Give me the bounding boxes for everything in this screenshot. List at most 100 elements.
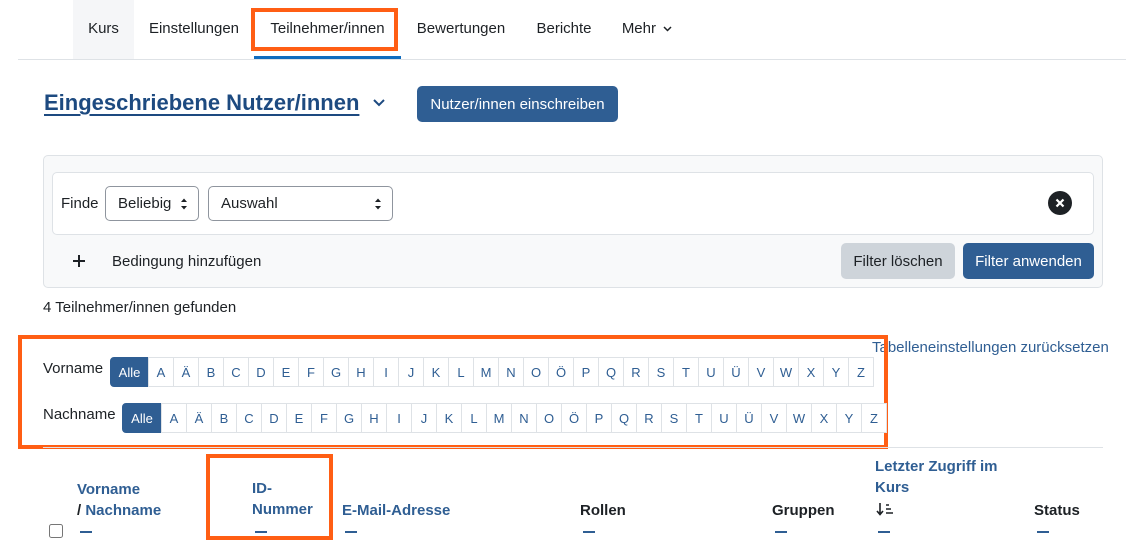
firstname-initial-24[interactable]: Ü: [723, 357, 749, 387]
firstname-initial-27[interactable]: X: [798, 357, 824, 387]
lastname-initial-27[interactable]: X: [811, 403, 837, 433]
hide-col-icon[interactable]: [878, 531, 890, 533]
hide-col-icon[interactable]: [345, 531, 357, 533]
firstname-initial-17[interactable]: Ö: [548, 357, 574, 387]
lastname-initial-17[interactable]: Ö: [561, 403, 587, 433]
lastname-initial-11[interactable]: J: [411, 403, 437, 433]
lastname-initial-6[interactable]: E: [286, 403, 312, 433]
lastname-initial-8[interactable]: G: [336, 403, 362, 433]
col-idnumber[interactable]: ID- Nummer: [252, 478, 313, 520]
lastname-initial-24[interactable]: Ü: [736, 403, 762, 433]
firstname-initial-10[interactable]: I: [373, 357, 399, 387]
lastname-initial-5[interactable]: D: [261, 403, 287, 433]
lastname-initial-26[interactable]: W: [786, 403, 812, 433]
tab-label: Bewertungen: [416, 20, 506, 37]
firstname-initial-3[interactable]: B: [198, 357, 224, 387]
tab-kurs[interactable]: Kurs: [73, 0, 134, 59]
chevron-down-icon[interactable]: [372, 96, 386, 110]
page-title[interactable]: Eingeschriebene Nutzer/innen: [44, 90, 359, 116]
select-all-checkbox[interactable]: [49, 524, 63, 538]
firstname-initial-9[interactable]: H: [348, 357, 374, 387]
tab-bewertungen[interactable]: Bewertungen: [407, 0, 515, 59]
firstname-initial-6[interactable]: E: [273, 357, 299, 387]
hide-col-icon[interactable]: [1037, 531, 1049, 533]
lastname-initials-bar: Alle A Ä B C D E F G H I J K L M N O Ö P Q R S T U Ü V W X Y Z: [122, 403, 887, 433]
lastname-initial-10[interactable]: I: [386, 403, 412, 433]
lastname-initial-16[interactable]: O: [536, 403, 562, 433]
plus-icon[interactable]: [72, 254, 86, 268]
tab-mehr[interactable]: Mehr: [615, 0, 679, 59]
lastname-initial-20[interactable]: R: [636, 403, 662, 433]
firstname-initial-16[interactable]: O: [523, 357, 549, 387]
firstname-initial-29[interactable]: Z: [848, 357, 874, 387]
firstname-initial-7[interactable]: F: [298, 357, 324, 387]
firstname-initial-22[interactable]: T: [673, 357, 699, 387]
apply-filter-button[interactable]: Filter anwenden: [963, 243, 1094, 279]
lastname-initial-14[interactable]: M: [486, 403, 512, 433]
col-roles: Rollen: [580, 502, 626, 519]
chevron-down-icon: [663, 26, 672, 32]
lastname-initial-23[interactable]: U: [711, 403, 737, 433]
lastname-initial-18[interactable]: P: [586, 403, 612, 433]
filter-type-select[interactable]: Auswahl: [208, 186, 393, 221]
hide-col-icon[interactable]: [775, 531, 787, 533]
match-select[interactable]: Beliebig: [105, 186, 199, 221]
lastname-initial-22[interactable]: T: [686, 403, 712, 433]
tab-berichte[interactable]: Berichte: [527, 0, 601, 59]
add-condition-link[interactable]: Bedingung hinzufügen: [112, 253, 261, 270]
col-email[interactable]: E-Mail-Adresse: [342, 500, 450, 521]
firstname-initial-19[interactable]: Q: [598, 357, 624, 387]
lastname-initial-1[interactable]: A: [161, 403, 187, 433]
reset-table-link[interactable]: Tabelleneinstellungen zurücksetzen: [872, 339, 1109, 356]
lastname-initial-12[interactable]: K: [436, 403, 462, 433]
firstname-initial-23[interactable]: U: [698, 357, 724, 387]
lastname-initial-28[interactable]: Y: [836, 403, 862, 433]
lastname-initial-29[interactable]: Z: [861, 403, 887, 433]
col-name: Vorname / Nachname: [77, 479, 161, 521]
firstname-initial-18[interactable]: P: [573, 357, 599, 387]
match-select-value: Beliebig: [118, 195, 172, 212]
firstname-initial-20[interactable]: R: [623, 357, 649, 387]
remove-row-button[interactable]: [1048, 191, 1072, 215]
firstname-initial-26[interactable]: W: [773, 357, 799, 387]
firstname-initial-11[interactable]: J: [398, 357, 424, 387]
tab-einstellungen[interactable]: Einstellungen: [140, 0, 248, 59]
firstname-initial-15[interactable]: N: [498, 357, 524, 387]
sort-lastname-link[interactable]: Nachname: [85, 502, 161, 519]
firstname-initial-21[interactable]: S: [648, 357, 674, 387]
firstname-initial-13[interactable]: L: [448, 357, 474, 387]
lastname-initial-15[interactable]: N: [511, 403, 537, 433]
firstname-initial-12[interactable]: K: [423, 357, 449, 387]
lastname-initial-13[interactable]: L: [461, 403, 487, 433]
sort-firstname-link[interactable]: Vorname: [77, 481, 140, 498]
hide-col-icon[interactable]: [80, 531, 92, 533]
clear-filter-button[interactable]: Filter löschen: [841, 243, 955, 279]
firstname-initial-5[interactable]: D: [248, 357, 274, 387]
firstname-initial-4[interactable]: C: [223, 357, 249, 387]
firstname-initial-28[interactable]: Y: [823, 357, 849, 387]
lastname-initial-2[interactable]: Ä: [186, 403, 212, 433]
firstname-initial-14[interactable]: M: [473, 357, 499, 387]
lastname-initial-7[interactable]: F: [311, 403, 337, 433]
firstname-initial-0[interactable]: Alle: [110, 357, 149, 387]
lastname-initial-3[interactable]: B: [211, 403, 237, 433]
hide-col-icon[interactable]: [583, 531, 595, 533]
filter-type-value: Auswahl: [221, 195, 278, 212]
enrol-users-button[interactable]: Nutzer/innen einschreiben: [417, 86, 618, 122]
lastname-initial-9[interactable]: H: [361, 403, 387, 433]
nav-divider: [18, 59, 1126, 60]
col-last-access[interactable]: Letzter Zugriff im Kurs: [875, 456, 998, 498]
lastname-initial-19[interactable]: Q: [611, 403, 637, 433]
firstname-initial-1[interactable]: A: [148, 357, 174, 387]
tab-label: Mehr: [621, 20, 656, 37]
firstname-initial-8[interactable]: G: [323, 357, 349, 387]
lastname-initial-21[interactable]: S: [661, 403, 687, 433]
hide-col-icon[interactable]: [255, 531, 267, 533]
lastname-initial-25[interactable]: V: [761, 403, 787, 433]
lastname-initial-4[interactable]: C: [236, 403, 262, 433]
firstname-initial-2[interactable]: Ä: [173, 357, 199, 387]
col-groups: Gruppen: [772, 502, 835, 519]
lastname-initial-0[interactable]: Alle: [122, 403, 162, 433]
select-arrows-icon: [181, 198, 187, 210]
firstname-initial-25[interactable]: V: [748, 357, 774, 387]
